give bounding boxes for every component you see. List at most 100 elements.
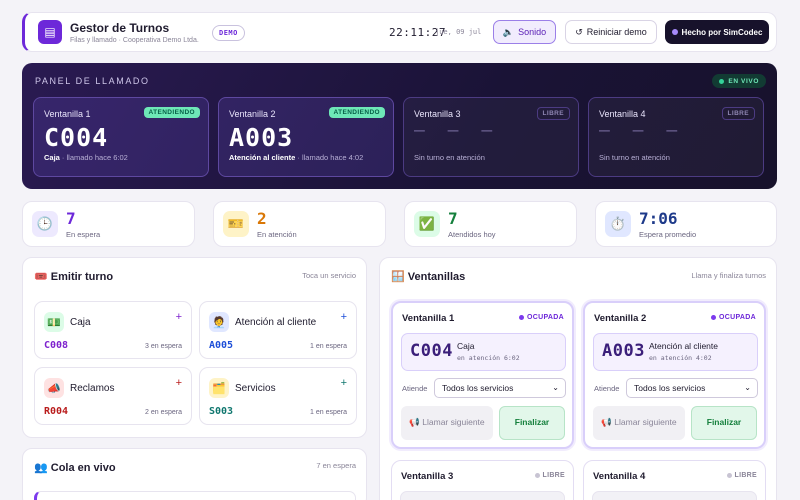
reset-demo-button[interactable]: ↺ Reiniciar demo <box>565 20 657 44</box>
window-status-badge: ATENDIENDO <box>143 107 200 118</box>
stat-attended-today: ✅ 7 Atendidos hoy <box>404 201 577 247</box>
service-caja-button[interactable]: 💵 Caja + C008 3 en espera <box>34 301 192 359</box>
cash-icon: 💵 <box>44 312 64 332</box>
queue-count: 7 en espera <box>316 461 356 470</box>
waiting-count: 1 en espera <box>310 343 347 350</box>
window-card-title: Ventanilla 2 <box>594 313 647 324</box>
window-detail: Atención al cliente · llamado hace 4:02 <box>229 153 363 162</box>
window-ticket-code: A003 <box>229 123 294 152</box>
people-icon: 👥 <box>34 462 48 474</box>
panel-window-2: Ventanilla 2 ATENDIENDO A003 Atención al… <box>218 97 394 177</box>
service-atencion-button[interactable]: 🧑‍💼 Atención al cliente + A005 1 en espe… <box>199 301 357 359</box>
app-header: ▤ Gestor de Turnos Filas y llamado · Coo… <box>22 12 777 52</box>
panel-window-1: Ventanilla 1 ATENDIENDO C004 Caja · llam… <box>33 97 209 177</box>
waiting-count: 2 en espera <box>145 409 182 416</box>
finish-button[interactable]: Finalizar <box>691 406 757 440</box>
window-card-title: Ventanilla 3 <box>401 471 454 482</box>
window-card-status: OCUPADA <box>711 314 756 321</box>
attend-label: Atiende <box>594 384 620 393</box>
window-card-status: LIBRE <box>726 472 758 479</box>
app-subtitle: Filas y llamado · Cooperativa Demo Ltda. <box>70 37 199 44</box>
service-servicios-button[interactable]: 🗂️ Servicios + S003 1 en espera <box>199 367 357 425</box>
live-badge: EN VIVO <box>712 74 766 88</box>
reset-label: Reiniciar demo <box>586 27 647 37</box>
current-ticket-code: C004 <box>410 341 453 361</box>
window-name: Ventanilla 4 <box>599 109 646 119</box>
current-ticket-service: Atención al cliente <box>649 341 718 351</box>
stopwatch-icon: ⏱️ <box>605 211 631 237</box>
app-title: Gestor de Turnos <box>70 21 170 35</box>
section-title: 🎟️ Emitir turno <box>34 270 113 283</box>
window-ticket-code: C004 <box>44 123 109 152</box>
call-next-button[interactable]: 📢 Llamar siguiente <box>593 406 685 440</box>
chevron-down-icon: ⌄ <box>744 383 751 392</box>
office-worker-icon: 🧑‍💼 <box>209 312 229 332</box>
section-note: Llama y finaliza turnos <box>691 271 766 280</box>
window-card-title: Ventanilla 1 <box>402 313 455 324</box>
section-title-label: Emitir turno <box>50 271 114 283</box>
select-value: Todos los servicios <box>634 383 706 393</box>
window-empty-code: — — — <box>599 120 684 141</box>
megaphone-icon: 📣 <box>44 378 64 398</box>
plus-icon: + <box>340 311 347 323</box>
speaker-icon: 🔈 <box>502 26 515 37</box>
window-card-2: Ventanilla 2 OCUPADA A003 Atención al cl… <box>583 301 766 449</box>
window-name: Ventanilla 1 <box>44 109 91 119</box>
window-card-3: Ventanilla 3 LIBRE <box>391 460 574 500</box>
window-status-badge: LIBRE <box>721 107 755 120</box>
finish-button[interactable]: Finalizar <box>499 406 565 440</box>
stat-in-attention: 🎫 2 En atención <box>213 201 386 247</box>
service-filter-select[interactable]: Todos los servicios ⌄ <box>626 378 758 398</box>
stat-label: Atendidos hoy <box>448 230 496 239</box>
window-name: Ventanilla 2 <box>229 109 276 119</box>
service-filter-select[interactable]: Todos los servicios ⌄ <box>434 378 566 398</box>
date: jue, 09 jul <box>435 28 482 36</box>
stat-waiting: 🕒 7 En espera <box>22 201 195 247</box>
stat-label: En atención <box>257 230 297 239</box>
made-by-button[interactable]: Hecho por SimCodec <box>665 20 769 44</box>
status-label: LIBRE <box>734 472 757 479</box>
sound-label: Sonido <box>518 27 547 37</box>
service-name: Atención al cliente <box>235 317 317 328</box>
stat-average-wait: ⏱️ 7:06 Espera promedio <box>595 201 777 247</box>
service-name: Servicios <box>235 383 276 394</box>
service-name: Caja <box>70 317 91 328</box>
window-card-status: OCUPADA <box>519 314 564 321</box>
call-next-button[interactable]: 📢 Llamar siguiente <box>401 406 493 440</box>
made-by-label: Hecho por SimCodec <box>681 27 763 37</box>
status-label: OCUPADA <box>719 314 756 321</box>
stat-label: En espera <box>66 230 101 239</box>
plus-icon: + <box>340 377 347 389</box>
ticket-icon: ▤ <box>38 20 62 44</box>
window-card-4: Ventanilla 4 LIBRE <box>583 460 766 500</box>
reset-icon: ↺ <box>575 26 583 37</box>
status-label: OCUPADA <box>527 314 564 321</box>
ticket-icon: 🎫 <box>223 211 249 237</box>
window-called-ago: · llamado hace 6:02 <box>59 153 128 162</box>
folder-icon: 🗂️ <box>209 378 229 398</box>
plus-icon: + <box>175 377 182 389</box>
next-ticket-code: R004 <box>44 406 69 417</box>
queue-item <box>34 491 356 500</box>
empty-ticket-placeholder <box>400 491 565 500</box>
attend-label: Atiende <box>402 384 428 393</box>
window-detail: Caja · llamado hace 6:02 <box>44 153 128 162</box>
panel-title: PANEL DE LLAMADO <box>35 76 150 86</box>
status-dot-icon <box>534 473 540 478</box>
current-ticket-service: Caja <box>457 341 475 351</box>
section-note: Toca un servicio <box>302 271 356 280</box>
demo-badge: DEMO <box>212 25 245 41</box>
next-ticket-code: C008 <box>44 340 69 351</box>
stat-value: 2 <box>257 209 267 228</box>
sound-button[interactable]: 🔈 Sonido <box>493 20 556 44</box>
section-title: 🪟 Ventanillas <box>391 270 465 283</box>
live-queue-section: 👥 Cola en vivo 7 en espera <box>22 448 367 500</box>
next-ticket-code: A005 <box>209 340 234 351</box>
service-reclamos-button[interactable]: 📣 Reclamos + R004 2 en espera <box>34 367 192 425</box>
panel-window-3: Ventanilla 3 LIBRE — — — Sin turno en at… <box>403 97 579 177</box>
check-icon: ✅ <box>414 211 440 237</box>
window-status-badge: LIBRE <box>536 107 570 120</box>
call-panel: PANEL DE LLAMADO EN VIVO Ventanilla 1 AT… <box>22 63 777 189</box>
window-empty-code: — — — <box>414 120 499 141</box>
window-detail: Sin turno en atención <box>599 153 670 162</box>
